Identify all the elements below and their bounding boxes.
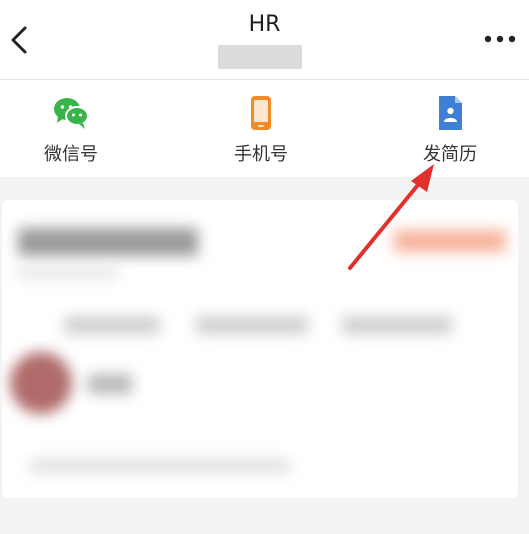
page-title: HR <box>248 12 281 37</box>
wechat-button[interactable]: 微信号 <box>1 80 141 177</box>
phone-label: 手机号 <box>234 144 288 165</box>
red-arrow-icon <box>348 164 434 270</box>
blurred-company-line <box>18 268 118 278</box>
blurred-tag <box>64 316 160 334</box>
blurred-avatar <box>10 352 72 414</box>
wechat-icon <box>54 98 89 129</box>
blurred-hr-name <box>88 374 132 394</box>
blurred-description <box>30 458 290 474</box>
wechat-label: 微信号 <box>44 144 98 165</box>
top-bar: HR <box>0 0 529 80</box>
phone-button[interactable]: 手机号 <box>191 80 331 177</box>
more-horizontal-icon <box>484 35 516 43</box>
phone-icon <box>251 96 271 130</box>
blurred-job-title <box>18 228 198 256</box>
more-button[interactable] <box>483 31 517 45</box>
blurred-subtitle <box>218 45 302 69</box>
blurred-tag <box>196 316 308 334</box>
blurred-tag <box>342 316 452 334</box>
resume-icon <box>439 96 462 130</box>
